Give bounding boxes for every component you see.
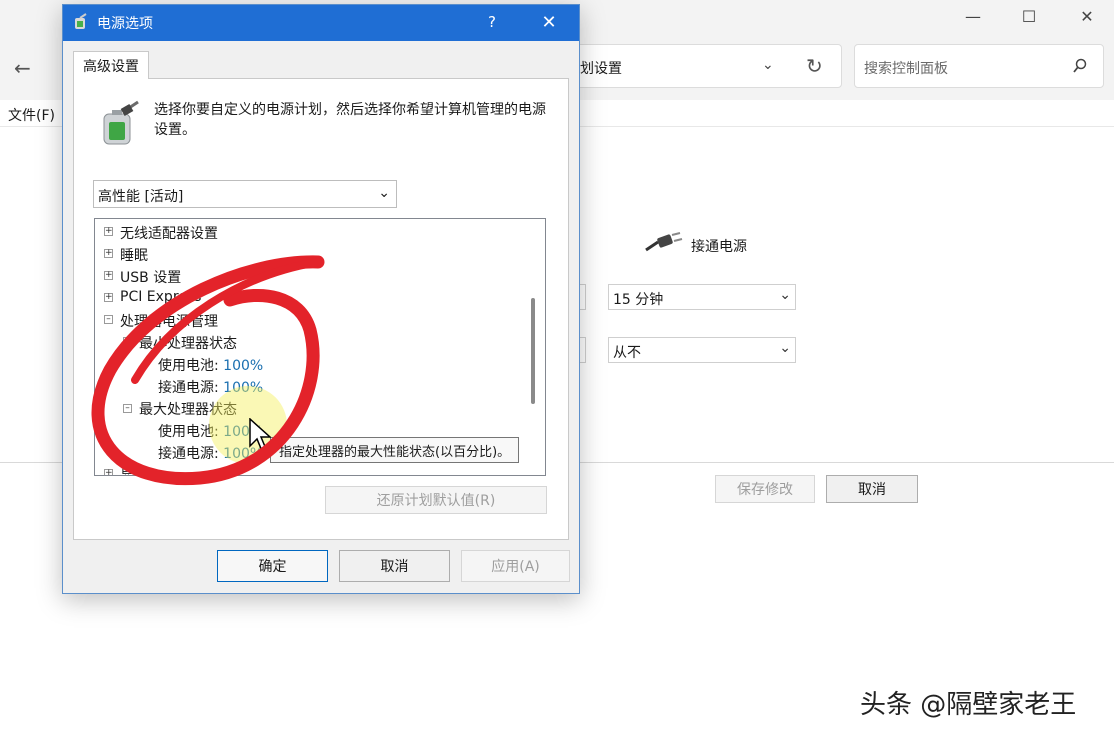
dialog-cancel-button[interactable]: 取消 [339,550,450,582]
plugged-in-label: 接通电源 [691,239,747,255]
sleep-plugged-select[interactable]: 15 分钟 ⌄ [608,284,796,310]
apply-button[interactable]: 应用(A) [461,550,570,582]
power-plan-value: 高性能 [活动] [98,189,184,205]
sleep-plugged-value: 15 分钟 [613,292,664,308]
battery-plug-icon [103,100,139,145]
chevron-down-icon[interactable]: ⌄ [762,57,774,73]
address-text: 划设置 [580,61,622,77]
power-options-icon [75,13,87,29]
maximize-button[interactable]: ☐ [1006,0,1052,32]
refresh-icon[interactable]: ↻ [806,54,823,78]
power-plan-select[interactable]: 高性能 [活动] ⌄ [93,180,397,208]
chevron-down-icon: ⌄ [779,287,791,303]
watermark: 头条 @隔壁家老王 [860,690,1077,720]
ok-button[interactable]: 确定 [217,550,328,582]
power-plug-icon [645,232,683,252]
tree-scrollbar[interactable] [531,298,535,404]
search-placeholder: 搜索控制面板 [864,61,948,77]
expand-icon[interactable]: + [104,227,113,236]
chevron-down-icon: ⌄ [378,185,390,201]
dialog-description: 选择你要自定义的电源计划，然后选择你希望计算机管理的电源设置。 [154,102,546,138]
dialog-title: 电源选项 [97,16,153,32]
help-button[interactable]: ? [477,10,507,34]
menu-file[interactable]: 文件(F) [8,105,55,125]
red-circle-annotation [91,255,325,486]
window-close-button[interactable]: ✕ [1064,0,1110,32]
search-icon[interactable] [1072,58,1088,74]
restore-defaults-button[interactable]: 还原计划默认值(R) [325,486,547,514]
hibernate-plugged-select[interactable]: 从不 ⌄ [608,337,796,363]
back-arrow-icon[interactable]: ← [14,56,31,80]
tab-advanced-settings[interactable]: 高级设置 [73,51,149,79]
chevron-down-icon: ⌄ [779,340,791,356]
dialog-close-button[interactable]: ✕ [534,10,564,34]
minimize-button[interactable]: — [950,0,996,32]
background-cancel-button[interactable]: 取消 [826,475,918,503]
save-changes-button[interactable]: 保存修改 [715,475,815,503]
hibernate-plugged-value: 从不 [613,345,641,361]
